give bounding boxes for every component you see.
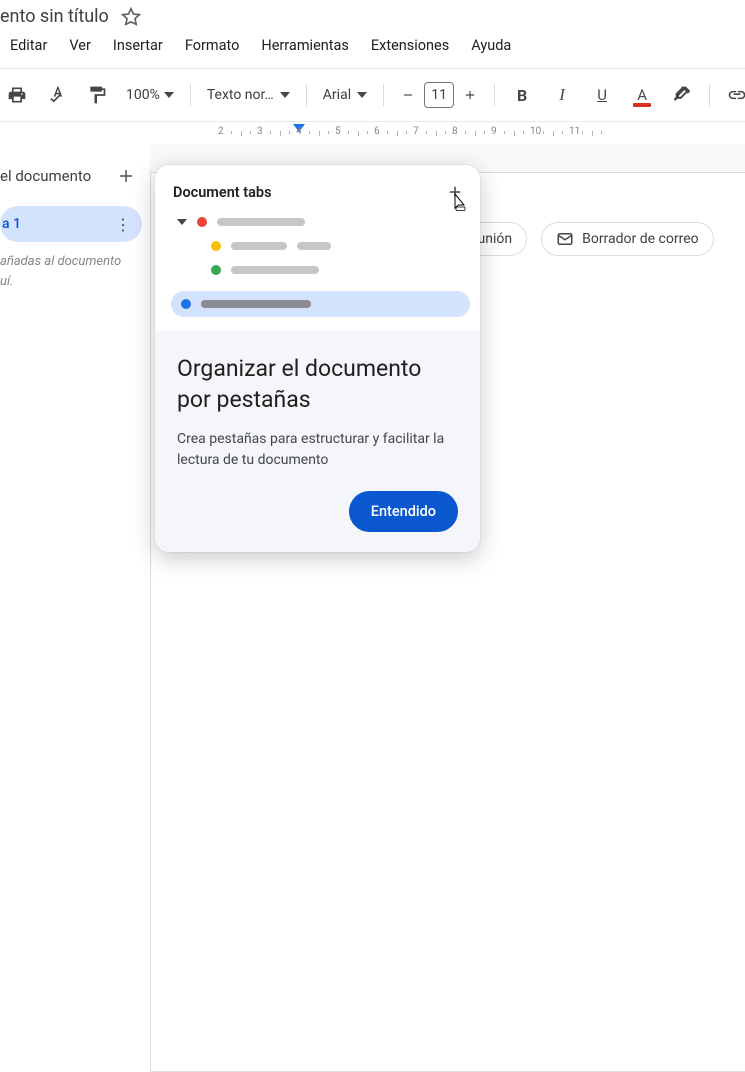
popover-illustration-row [177,265,464,275]
popover-illustration-row [177,241,464,251]
spellcheck-icon[interactable] [40,78,74,112]
popover-title: Organizar el documento por pestañas [177,353,458,415]
color-dot-icon [211,241,221,251]
chip-label: Borrador de correo [582,231,699,247]
menu-formato[interactable]: Formato [175,31,250,60]
zoom-value: 100% [126,87,160,103]
zoom-dropdown[interactable]: 100% [120,87,180,103]
menu-insertar[interactable]: Insertar [103,31,173,60]
add-tab-button[interactable] [112,162,140,190]
chevron-down-icon [280,92,290,98]
color-dot-icon [197,217,207,227]
color-dot-icon [181,299,191,309]
popover-illustration-title: Document tabs [173,184,272,201]
font-family-label: Arial [323,87,351,103]
toolbar: 100% Texto nor… Arial B I U A [0,75,745,115]
paragraph-style-label: Texto nor… [207,87,274,103]
sidebar-tab-label: a 1 [0,216,21,232]
increase-font-size-button[interactable] [456,78,484,112]
popover-confirm-button[interactable]: Entendido [349,491,458,532]
font-size-input[interactable] [424,82,454,108]
chevron-down-icon [164,92,174,98]
color-dot-icon [211,265,221,275]
sidebar-tab-active[interactable]: a 1 ⋮ [0,206,142,242]
menu-editar[interactable]: Editar [0,31,57,60]
paragraph-style-dropdown[interactable]: Texto nor… [201,87,296,103]
document-title[interactable]: ento sin título [0,6,109,27]
print-icon[interactable] [0,78,34,112]
popover-illustration-row [171,291,470,317]
font-family-dropdown[interactable]: Arial [317,87,373,103]
outline-heading: el documento [0,167,91,185]
star-icon[interactable] [121,7,141,27]
menu-ver[interactable]: Ver [59,31,101,60]
menu-bar: EditarVerInsertarFormatoHerramientasExte… [0,29,745,68]
menu-extensiones[interactable]: Extensiones [361,31,459,60]
horizontal-ruler[interactable]: 234567891011 [203,122,745,144]
menu-herramientas[interactable]: Herramientas [251,31,359,60]
italic-button[interactable]: I [545,78,579,112]
cursor-icon [454,193,470,211]
tab-overflow-menu-button[interactable]: ⋮ [110,215,136,234]
paint-format-icon[interactable] [80,78,114,112]
popover-add-tab-icon [446,183,464,201]
popover-description: Crea pestañas para estructurar y facilit… [177,429,458,471]
text-color-button[interactable]: A [625,78,659,112]
menu-ayuda[interactable]: Ayuda [461,31,521,60]
building-block-chip[interactable]: Borrador de correo [541,222,714,256]
document-outline-sidebar: el documento a 1 ⋮ añadas al documento u… [0,144,150,616]
bold-button[interactable]: B [505,78,539,112]
highlight-color-button[interactable] [665,78,699,112]
decrease-font-size-button[interactable] [394,78,422,112]
insert-link-button[interactable] [720,78,745,112]
document-tabs-tooltip-popover: Document tabs Organizar el documento por… [155,165,480,552]
caret-down-icon [177,219,187,225]
popover-illustration-row [177,217,464,227]
outline-empty-hint: añadas al documento uí. [0,252,150,291]
chevron-down-icon [357,92,367,98]
underline-button[interactable]: U [585,78,619,112]
